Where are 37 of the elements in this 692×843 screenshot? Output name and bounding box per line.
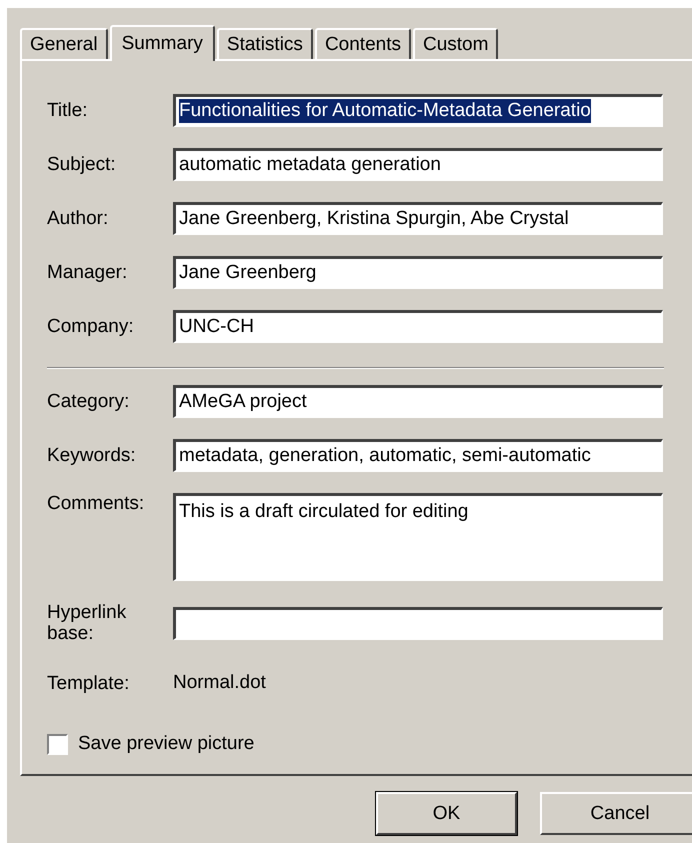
- text-field[interactable]: metadata, generation, automatic, semi-automatic: [173, 439, 663, 472]
- field-label: Company:: [47, 316, 135, 337]
- text-field[interactable]: Functionalities for Automatic-Metadata Generatio: [173, 94, 663, 127]
- field-label: Comments:: [47, 493, 146, 514]
- comments-field[interactable]: This is a draft circulated for editing: [173, 493, 663, 581]
- tab[interactable]: Statistics: [216, 28, 313, 59]
- field-value: UNC-CH: [179, 315, 254, 339]
- checkbox[interactable]: [47, 734, 68, 754]
- tab[interactable]: General: [20, 28, 108, 59]
- field-label: Manager:: [47, 262, 128, 283]
- field-label: Title:: [47, 100, 88, 121]
- text-field[interactable]: AMeGA project: [173, 385, 663, 418]
- text-field[interactable]: automatic metadata generation: [173, 148, 663, 181]
- cancel-button[interactable]: Cancel: [540, 792, 692, 835]
- text-field[interactable]: Jane Greenberg: [173, 256, 663, 289]
- text-field[interactable]: [173, 606, 663, 640]
- tab[interactable]: Custom: [412, 28, 498, 59]
- tab[interactable]: Contents: [314, 28, 411, 59]
- field-label: Hyperlink base:: [47, 602, 128, 644]
- field-label: Subject:: [47, 154, 117, 175]
- field-value: Jane Greenberg: [179, 261, 316, 285]
- checkbox-label: Save preview picture: [78, 733, 254, 755]
- field-label: Category:: [47, 391, 130, 412]
- field-label: Template:: [47, 672, 130, 694]
- template-value: Normal.dot: [173, 671, 266, 695]
- field-label: Author:: [47, 208, 110, 229]
- field-label: Keywords:: [47, 445, 137, 466]
- text-field[interactable]: UNC-CH: [173, 310, 663, 343]
- tab[interactable]: Summary: [110, 25, 215, 61]
- field-value: This is a draft circulated for editing: [179, 500, 468, 524]
- ok-button[interactable]: OK: [376, 792, 517, 835]
- field-value: Functionalities for Automatic-Metadata Generatio: [179, 99, 591, 123]
- field-value: Jane Greenberg, Kristina Spurgin, Abe Crystal: [179, 207, 569, 231]
- text-field[interactable]: Jane Greenberg, Kristina Spurgin, Abe Crystal: [173, 202, 663, 235]
- field-value: metadata, generation, automatic, semi-automatic: [179, 444, 591, 468]
- field-value: AMeGA project: [179, 390, 307, 414]
- field-value: automatic metadata generation: [179, 153, 441, 177]
